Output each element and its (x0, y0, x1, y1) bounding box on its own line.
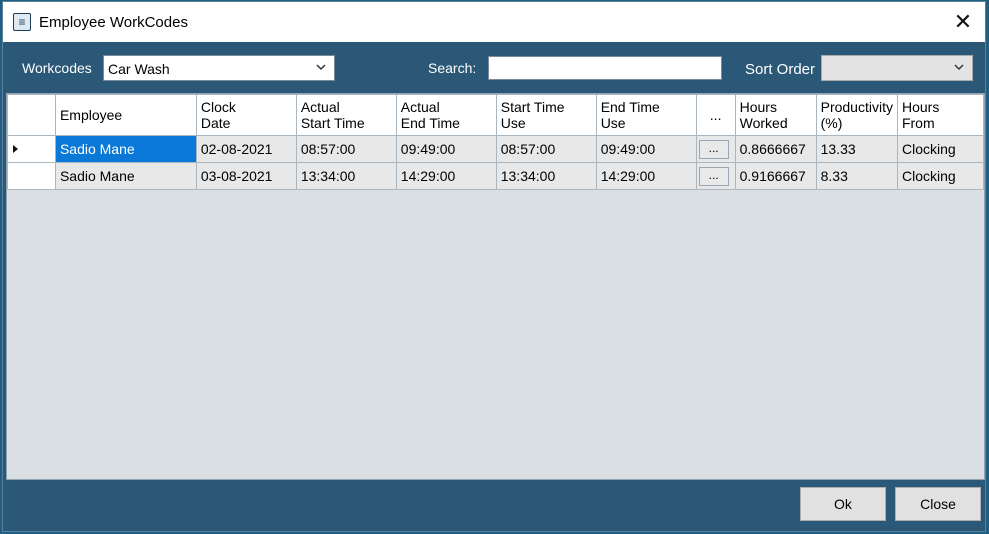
actual-end-time-cell[interactable]: 09:49:00 (395, 135, 497, 163)
row-ellipsis-button[interactable]: ... (698, 140, 729, 159)
actual-start-time-cell[interactable]: 13:34:00 (295, 162, 397, 190)
hours-worked-cell[interactable]: 0.9166667 (734, 162, 817, 190)
row-pointer-icon (13, 145, 18, 153)
ok-button[interactable]: Ok (800, 487, 886, 521)
column-header[interactable]: Start Time Use (495, 94, 597, 136)
title-bar: ≡ Employee WorkCodes ✕ (3, 2, 985, 42)
hours-from-cell[interactable]: Clocking (896, 162, 984, 190)
column-header[interactable]: Actual End Time (395, 94, 497, 136)
hours-from-cell[interactable]: Clocking (896, 135, 984, 163)
window-title: Employee WorkCodes (39, 14, 188, 31)
workcodes-dropdown[interactable]: Car Wash (103, 55, 335, 81)
grid-header-row: Employee Clock Date Actual Start Time Actu… (7, 94, 984, 136)
column-header[interactable]: ... (695, 94, 736, 136)
row-header-cell[interactable] (7, 162, 56, 190)
start-time-use-cell[interactable]: 13:34:00 (495, 162, 597, 190)
start-time-use-cell[interactable]: 08:57:00 (495, 135, 597, 163)
column-header[interactable]: Employee (54, 94, 197, 136)
sort-order-label: Sort Order (745, 61, 816, 78)
column-header[interactable]: Actual Start Time (295, 94, 397, 136)
column-header[interactable]: Hours Worked (734, 94, 817, 136)
workcodes-table: Employee Clock Date Actual Start Time Actu… (7, 94, 984, 190)
chevron-down-icon (954, 64, 964, 71)
end-time-use-cell[interactable]: 09:49:00 (595, 135, 697, 163)
clock-date-cell[interactable]: 03-08-2021 (195, 162, 297, 190)
close-button[interactable]: Close (895, 487, 981, 521)
productivity-cell[interactable]: 13.33 (815, 135, 898, 163)
current-row-indicator[interactable] (7, 135, 56, 163)
search-label: Search: (428, 60, 477, 76)
sort-order-dropdown[interactable] (821, 55, 973, 81)
dialog-footer: Ok Close (3, 480, 985, 531)
employee-cell[interactable]: Sadio Mane (54, 162, 197, 190)
actual-end-time-cell[interactable]: 14:29:00 (395, 162, 497, 190)
app-icon: ≡ (13, 13, 31, 31)
search-input[interactable] (488, 56, 722, 80)
actual-start-time-cell[interactable]: 08:57:00 (295, 135, 397, 163)
row-ellipsis-button[interactable]: ... (698, 167, 729, 186)
column-header[interactable]: Hours From (896, 94, 984, 136)
column-header[interactable]: End Time Use (595, 94, 697, 136)
table-row[interactable]: Sadio Mane 02-08-2021 08:57:00 09:49:00 … (7, 135, 984, 163)
column-header[interactable]: Productivity (%) (815, 94, 898, 136)
table-row[interactable]: Sadio Mane 03-08-2021 13:34:00 14:29:00 … (7, 162, 984, 190)
hours-worked-cell[interactable]: 0.8666667 (734, 135, 817, 163)
close-window-icon[interactable]: ✕ (948, 8, 978, 36)
chevron-down-icon (316, 64, 326, 71)
workcodes-selected-value: Car Wash (108, 61, 170, 77)
employee-cell[interactable]: Sadio Mane (54, 135, 197, 163)
workcodes-label: Workcodes (22, 60, 92, 76)
employee-workcodes-window: ≡ Employee WorkCodes ✕ Workcodes Car Was… (2, 1, 986, 532)
column-header[interactable]: Clock Date (195, 94, 297, 136)
clock-date-cell[interactable]: 02-08-2021 (195, 135, 297, 163)
end-time-use-cell[interactable]: 14:29:00 (595, 162, 697, 190)
workcodes-grid[interactable]: Employee Clock Date Actual Start Time Actu… (6, 93, 985, 480)
productivity-cell[interactable]: 8.33 (815, 162, 898, 190)
ellipsis-cell: ... (695, 162, 736, 190)
ellipsis-cell: ... (695, 135, 736, 163)
row-header-corner (7, 94, 56, 136)
